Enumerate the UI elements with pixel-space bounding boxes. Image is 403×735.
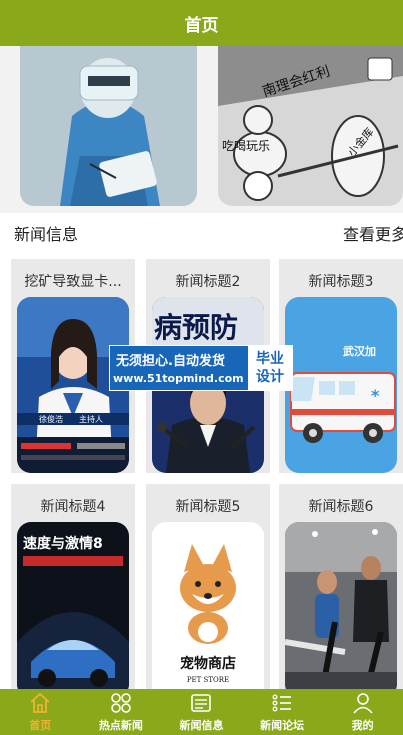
list-icon <box>272 694 292 712</box>
tab-mine[interactable]: 我的 <box>322 689 403 735</box>
ambulance-illustration: 武汉加 * <box>285 297 397 473</box>
tab-home[interactable]: 首页 <box>0 689 81 735</box>
svg-text:病预防: 病预防 <box>154 311 238 344</box>
news-card-image: 武汉加 * <box>285 297 397 473</box>
watermark-line1: 无须担心.自动发货 <box>116 354 225 369</box>
newspaper-icon <box>191 694 212 712</box>
car-movie-poster: 速度与激情8 <box>17 522 129 698</box>
svg-text:主持人: 主持人 <box>79 414 103 424</box>
tab-label: 新闻信息 <box>179 719 224 732</box>
news-section-header: 新闻信息 查看更多 <box>0 213 403 253</box>
news-card-title: 新闻标题2 <box>175 274 241 290</box>
news-card-title: 新闻标题5 <box>175 499 241 515</box>
news-card-title: 新闻标题6 <box>308 499 374 515</box>
svg-text:PET STORE: PET STORE <box>187 676 229 684</box>
tab-news-forum[interactable]: 新闻论坛 <box>242 689 323 735</box>
watermark-url: www.51topmind.com <box>113 372 244 385</box>
news-card-title: 新闻标题3 <box>308 274 374 290</box>
banner-slide-right[interactable]: 南理会红利 吃喝玩乐 小金库 <box>218 46 403 206</box>
user-icon <box>353 693 373 714</box>
watermark-text-block: 无须担心.自动发货 www.51topmind.com <box>110 346 248 390</box>
medical-worker-photo <box>20 46 197 206</box>
news-card-title: 挖矿导致显卡... <box>24 274 122 290</box>
tab-label: 首页 <box>29 719 52 732</box>
svg-text:*: * <box>371 386 380 405</box>
tab-hot-news[interactable]: 热点新闻 <box>81 689 162 735</box>
news-section-title: 新闻信息 <box>14 225 79 244</box>
home-icon <box>30 692 50 713</box>
news-card-image: 速度与激情8 <box>17 522 129 698</box>
watermark-badge-line1: 毕业 <box>256 351 284 367</box>
app-header: 首页 <box>0 0 403 46</box>
news-card[interactable]: 新闻标题4 速度与激情8 <box>11 484 135 698</box>
news-card[interactable]: 新闻标题5 宠物商店 PET STORE <box>146 484 270 698</box>
tab-label: 热点新闻 <box>98 719 143 732</box>
svg-text:徐俊浩: 徐俊浩 <box>39 414 63 424</box>
tab-label: 我的 <box>351 719 374 732</box>
svg-text:武汉加: 武汉加 <box>343 344 376 358</box>
svg-text:宠物商店: 宠物商店 <box>180 655 236 672</box>
news-card-image <box>285 522 397 698</box>
news-card-title: 新闻标题4 <box>40 499 106 515</box>
pet-store-logo: 宠物商店 PET STORE <box>152 522 264 698</box>
banner-slide-left[interactable] <box>20 46 197 206</box>
news-card[interactable]: 新闻标题6 <box>279 484 403 698</box>
bottom-tab-bar: 首页 热点新闻 新闻信息 新闻论坛 我的 <box>0 689 403 735</box>
news-card-image: 宠物商店 PET STORE <box>152 522 264 698</box>
watermark-badge-line2: 设计 <box>256 369 284 385</box>
page-title: 首页 <box>184 15 219 36</box>
view-more-link[interactable]: 查看更多 <box>343 221 403 245</box>
watermark-badge: 毕业 设计 <box>248 346 292 390</box>
grid-icon <box>111 693 131 713</box>
watermark-banner: 无须担心.自动发货 www.51topmind.com 毕业 设计 <box>109 345 293 391</box>
news-card[interactable]: 新闻标题3 武汉加 * <box>279 259 403 473</box>
gym-photo <box>285 522 397 698</box>
cartoon-illustration: 南理会红利 吃喝玩乐 小金库 <box>218 46 403 206</box>
tab-label: 新闻论坛 <box>260 719 305 732</box>
tab-news-info[interactable]: 新闻信息 <box>161 689 242 735</box>
news-grid: 挖矿导致显卡... 徐俊浩 主持人 新闻标题2 病预防 新闻标题3 武汉加 * … <box>0 253 403 698</box>
banner-carousel[interactable]: 南理会红利 吃喝玩乐 小金库 <box>0 46 403 212</box>
svg-text:速度与激情8: 速度与激情8 <box>23 535 103 552</box>
svg-text:吃喝玩乐: 吃喝玩乐 <box>222 139 270 153</box>
